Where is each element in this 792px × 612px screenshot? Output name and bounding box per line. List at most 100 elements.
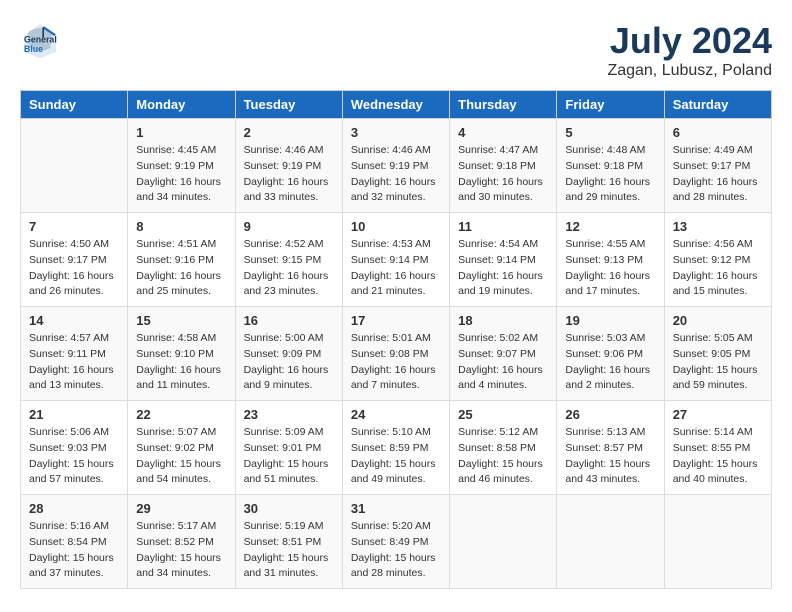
calendar-cell: 10 Sunrise: 4:53 AMSunset: 9:14 PMDayligh…	[342, 213, 449, 307]
day-info: Sunrise: 5:12 AMSunset: 8:58 PMDaylight:…	[458, 425, 548, 488]
page-container: General Blue July 2024 Zagan, Lubusz, Po…	[20, 20, 772, 589]
day-info: Sunrise: 4:47 AMSunset: 9:18 PMDaylight:…	[458, 143, 548, 206]
calendar-cell: 27 Sunrise: 5:14 AMSunset: 8:55 PMDayligh…	[664, 401, 771, 495]
day-number: 11	[458, 219, 548, 234]
calendar-cell: 23 Sunrise: 5:09 AMSunset: 9:01 PMDayligh…	[235, 401, 342, 495]
day-number: 9	[244, 219, 334, 234]
location-title: Zagan, Lubusz, Poland	[607, 62, 772, 80]
calendar-cell: 20 Sunrise: 5:05 AMSunset: 9:05 PMDayligh…	[664, 307, 771, 401]
calendar-cell	[21, 119, 128, 213]
calendar-cell: 17 Sunrise: 5:01 AMSunset: 9:08 PMDayligh…	[342, 307, 449, 401]
day-info: Sunrise: 5:05 AMSunset: 9:05 PMDaylight:…	[673, 331, 763, 394]
calendar-table: SundayMondayTuesdayWednesdayThursdayFrid…	[20, 90, 772, 589]
week-row-4: 21Sunrise: 5:06 AMSunset: 9:03 PMDayligh…	[21, 401, 772, 495]
calendar-cell	[664, 495, 771, 589]
day-number: 26	[565, 407, 655, 422]
day-info: Sunrise: 5:16 AMSunset: 8:54 PMDaylight:…	[29, 519, 119, 582]
day-number: 27	[673, 407, 763, 422]
day-number: 24	[351, 407, 441, 422]
calendar-cell: 21Sunrise: 5:06 AMSunset: 9:03 PMDayligh…	[21, 401, 128, 495]
calendar-cell: 6Sunrise: 4:49 AMSunset: 9:17 PMDaylight…	[664, 119, 771, 213]
calendar-cell: 12Sunrise: 4:55 AMSunset: 9:13 PMDayligh…	[557, 213, 664, 307]
weekday-header-sunday: Sunday	[21, 91, 128, 119]
calendar-cell: 4Sunrise: 4:47 AMSunset: 9:18 PMDaylight…	[450, 119, 557, 213]
calendar-cell: 29 Sunrise: 5:17 AMSunset: 8:52 PMDayligh…	[128, 495, 235, 589]
day-number: 25	[458, 407, 548, 422]
calendar-cell: 30 Sunrise: 5:19 AMSunset: 8:51 PMDayligh…	[235, 495, 342, 589]
day-info: Sunrise: 4:49 AMSunset: 9:17 PMDaylight:…	[673, 143, 763, 206]
calendar-cell: 15 Sunrise: 4:58 AMSunset: 9:10 PMDayligh…	[128, 307, 235, 401]
day-info: Sunrise: 5:14 AMSunset: 8:55 PMDaylight:…	[673, 425, 763, 488]
day-info: Sunrise: 5:01 AMSunset: 9:08 PMDaylight:…	[351, 331, 441, 394]
day-number: 18	[458, 313, 548, 328]
calendar-cell: 8Sunrise: 4:51 AMSunset: 9:16 PMDaylight…	[128, 213, 235, 307]
calendar-cell: 14Sunrise: 4:57 AMSunset: 9:11 PMDayligh…	[21, 307, 128, 401]
day-info: Sunrise: 4:58 AMSunset: 9:10 PMDaylight:…	[136, 331, 226, 394]
day-number: 21	[29, 407, 119, 422]
day-number: 30	[244, 501, 334, 516]
day-info: Sunrise: 4:46 AMSunset: 9:19 PMDaylight:…	[244, 143, 334, 206]
day-info: Sunrise: 4:53 AMSunset: 9:14 PMDaylight:…	[351, 237, 441, 300]
day-info: Sunrise: 4:46 AMSunset: 9:19 PMDaylight:…	[351, 143, 441, 206]
day-number: 7	[29, 219, 119, 234]
day-info: Sunrise: 5:17 AMSunset: 8:52 PMDaylight:…	[136, 519, 226, 582]
calendar-cell: 1 Sunrise: 4:45 AMSunset: 9:19 PMDaylight…	[128, 119, 235, 213]
svg-text:Blue: Blue	[24, 44, 43, 54]
weekday-header-friday: Friday	[557, 91, 664, 119]
day-number: 17	[351, 313, 441, 328]
day-info: Sunrise: 5:13 AMSunset: 8:57 PMDaylight:…	[565, 425, 655, 488]
weekday-header-thursday: Thursday	[450, 91, 557, 119]
calendar-cell: 28Sunrise: 5:16 AMSunset: 8:54 PMDayligh…	[21, 495, 128, 589]
day-number: 31	[351, 501, 441, 516]
day-info: Sunrise: 4:50 AMSunset: 9:17 PMDaylight:…	[29, 237, 119, 300]
day-number: 15	[136, 313, 226, 328]
day-info: Sunrise: 4:52 AMSunset: 9:15 PMDaylight:…	[244, 237, 334, 300]
logo-icon: General Blue	[20, 20, 60, 60]
calendar-cell: 26 Sunrise: 5:13 AMSunset: 8:57 PMDayligh…	[557, 401, 664, 495]
day-number: 13	[673, 219, 763, 234]
svg-text:General: General	[24, 34, 57, 44]
day-number: 3	[351, 125, 441, 140]
calendar-cell: 9 Sunrise: 4:52 AMSunset: 9:15 PMDaylight…	[235, 213, 342, 307]
calendar-cell: 25 Sunrise: 5:12 AMSunset: 8:58 PMDayligh…	[450, 401, 557, 495]
title-block: July 2024 Zagan, Lubusz, Poland	[607, 20, 772, 80]
weekday-header-tuesday: Tuesday	[235, 91, 342, 119]
day-info: Sunrise: 5:09 AMSunset: 9:01 PMDaylight:…	[244, 425, 334, 488]
day-info: Sunrise: 5:02 AMSunset: 9:07 PMDaylight:…	[458, 331, 548, 394]
week-row-2: 7 Sunrise: 4:50 AMSunset: 9:17 PMDaylight…	[21, 213, 772, 307]
day-info: Sunrise: 4:48 AMSunset: 9:18 PMDaylight:…	[565, 143, 655, 206]
day-info: Sunrise: 4:54 AMSunset: 9:14 PMDaylight:…	[458, 237, 548, 300]
day-info: Sunrise: 5:19 AMSunset: 8:51 PMDaylight:…	[244, 519, 334, 582]
day-number: 19	[565, 313, 655, 328]
calendar-cell: 2 Sunrise: 4:46 AMSunset: 9:19 PMDaylight…	[235, 119, 342, 213]
week-row-1: 1 Sunrise: 4:45 AMSunset: 9:19 PMDaylight…	[21, 119, 772, 213]
day-number: 23	[244, 407, 334, 422]
weekday-header-saturday: Saturday	[664, 91, 771, 119]
day-info: Sunrise: 5:00 AMSunset: 9:09 PMDaylight:…	[244, 331, 334, 394]
calendar-cell: 16 Sunrise: 5:00 AMSunset: 9:09 PMDayligh…	[235, 307, 342, 401]
calendar-cell: 5 Sunrise: 4:48 AMSunset: 9:18 PMDaylight…	[557, 119, 664, 213]
calendar-cell: 31 Sunrise: 5:20 AMSunset: 8:49 PMDayligh…	[342, 495, 449, 589]
day-number: 12	[565, 219, 655, 234]
day-info: Sunrise: 5:07 AMSunset: 9:02 PMDaylight:…	[136, 425, 226, 488]
day-number: 16	[244, 313, 334, 328]
day-info: Sunrise: 4:56 AMSunset: 9:12 PMDaylight:…	[673, 237, 763, 300]
day-number: 1	[136, 125, 226, 140]
calendar-cell: 19 Sunrise: 5:03 AMSunset: 9:06 PMDayligh…	[557, 307, 664, 401]
calendar-cell: 3 Sunrise: 4:46 AMSunset: 9:19 PMDaylight…	[342, 119, 449, 213]
calendar-cell: 7 Sunrise: 4:50 AMSunset: 9:17 PMDaylight…	[21, 213, 128, 307]
day-info: Sunrise: 5:03 AMSunset: 9:06 PMDaylight:…	[565, 331, 655, 394]
calendar-cell: 13 Sunrise: 4:56 AMSunset: 9:12 PMDayligh…	[664, 213, 771, 307]
day-number: 20	[673, 313, 763, 328]
week-row-3: 14Sunrise: 4:57 AMSunset: 9:11 PMDayligh…	[21, 307, 772, 401]
day-number: 5	[565, 125, 655, 140]
calendar-cell: 11 Sunrise: 4:54 AMSunset: 9:14 PMDayligh…	[450, 213, 557, 307]
calendar-cell	[557, 495, 664, 589]
weekday-header-row: SundayMondayTuesdayWednesdayThursdayFrid…	[21, 91, 772, 119]
day-number: 10	[351, 219, 441, 234]
day-number: 29	[136, 501, 226, 516]
day-info: Sunrise: 4:45 AMSunset: 9:19 PMDaylight:…	[136, 143, 226, 206]
day-info: Sunrise: 5:20 AMSunset: 8:49 PMDaylight:…	[351, 519, 441, 582]
calendar-cell: 22Sunrise: 5:07 AMSunset: 9:02 PMDayligh…	[128, 401, 235, 495]
day-number: 2	[244, 125, 334, 140]
